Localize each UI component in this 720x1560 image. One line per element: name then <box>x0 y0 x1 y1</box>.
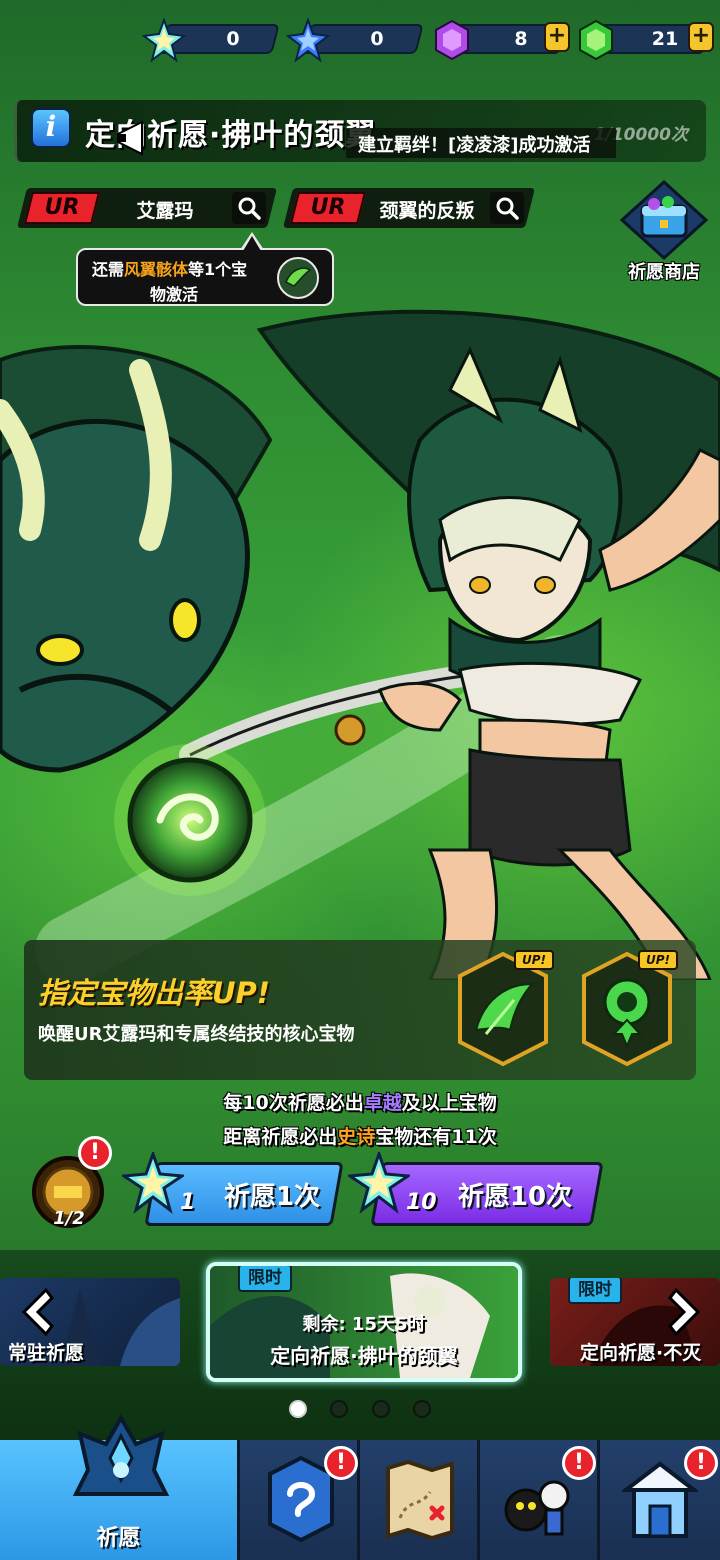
wish-cost: 10 <box>406 1190 437 1215</box>
ur-selector-hero[interactable]: UR 艾露玛 <box>17 188 277 228</box>
wish-10-button[interactable]: 10 祈愿10次 <box>348 1152 604 1226</box>
nav-tab-card[interactable]: ! <box>240 1440 360 1560</box>
wish-label: 祈愿10次 <box>457 1182 573 1212</box>
wish-cost: 1 <box>180 1190 196 1215</box>
currency-value: 0 <box>370 28 384 50</box>
shop-label: 祈愿商店 <box>628 262 700 283</box>
currency-bar: 0 0 8 + 21 + <box>140 18 714 64</box>
announcement-horn-icon <box>117 120 143 156</box>
nav-tab-characters[interactable]: ! <box>480 1440 600 1560</box>
up-badge: UP! <box>638 950 678 970</box>
alert-badge: ! <box>684 1446 718 1480</box>
nav-tab-map[interactable] <box>360 1440 480 1560</box>
nav-tab-home[interactable]: ! <box>600 1440 720 1560</box>
ur-tag: UR <box>24 192 100 224</box>
rateup-headline: 指定宝物出率UP! <box>38 976 271 1010</box>
rainbow-star-icon <box>348 1152 410 1214</box>
rateup-treasure-wing[interactable]: UP! <box>456 950 554 1068</box>
ur-name: 颈翼的反叛 <box>379 200 475 222</box>
search-icon[interactable] <box>232 192 266 224</box>
crystal-crown-icon <box>72 1414 170 1496</box>
wish-1-button[interactable]: 1 祈愿1次 <box>122 1152 344 1226</box>
limited-tag: 限时 <box>238 1266 292 1292</box>
alert-badge: ! <box>562 1446 596 1480</box>
blue-star-icon <box>286 18 330 62</box>
nav-tab-label: 祈愿 <box>96 1526 141 1551</box>
limited-tag: 限时 <box>568 1278 622 1304</box>
alert-badge: ! <box>324 1446 358 1480</box>
carousel-dot[interactable] <box>289 1400 308 1418</box>
marquee-text: 建立羁绊！[凌凌漆]成功激活 <box>358 135 591 156</box>
purple-gem-icon <box>435 19 469 61</box>
carousel-dot[interactable] <box>371 1400 390 1418</box>
card-name: 定向祈愿·不灭的 <box>580 1342 702 1364</box>
ur-tag: UR <box>290 192 366 224</box>
rateup-subline: 唤醒UR艾露玛和专属终结技的核心宝物 <box>38 1024 355 1045</box>
search-icon[interactable] <box>490 192 524 224</box>
card-name: 定向祈愿·拂叶的颈翼 <box>270 1344 458 1368</box>
banner-card-current[interactable]: 限时 剩余: 15天5时 定向祈愿·拂叶的颈翼 <box>206 1262 522 1382</box>
chevron-left-icon[interactable] <box>16 1286 56 1338</box>
hero-artwork <box>0 309 720 980</box>
nav-tab-wish[interactable]: 祈愿 <box>0 1414 240 1560</box>
carousel-dot[interactable] <box>412 1400 431 1418</box>
wish-label: 祈愿1次 <box>223 1182 321 1212</box>
currency-green-gem[interactable]: 21 + <box>572 18 714 61</box>
currency-purple-gem[interactable]: 8 + <box>428 18 570 61</box>
wish-shop-button[interactable]: 祈愿商店 <box>618 179 710 284</box>
ur-selector-treasure[interactable]: UR 颈翼的反叛 <box>283 188 535 228</box>
card-name: 常驻祈愿 <box>8 1342 85 1364</box>
info-button[interactable]: i <box>31 108 71 148</box>
currency-star-ticket-blue[interactable]: 0 <box>284 18 424 62</box>
add-green-gem-button[interactable]: + <box>688 22 714 52</box>
card-remaining: 剩余: 15天5时 <box>302 1314 426 1335</box>
currency-value: 0 <box>226 28 240 50</box>
treasure-chest-icon <box>619 179 709 261</box>
rainbow-star-icon <box>122 1152 184 1214</box>
carousel-dot[interactable] <box>330 1400 349 1418</box>
up-badge: UP! <box>514 950 554 970</box>
alert-badge: ! <box>78 1136 112 1170</box>
pity-line-1: 每10次祈愿必出卓越及以上宝物 <box>223 1092 497 1114</box>
pity-counter[interactable]: 1/2 ! <box>26 1136 112 1232</box>
pity-counter-value: 1/2 <box>53 1208 85 1229</box>
chevron-right-icon[interactable] <box>666 1286 706 1338</box>
rateup-treasure-orb[interactable]: UP! <box>580 950 678 1068</box>
currency-star-ticket-rainbow[interactable]: 0 <box>140 18 280 62</box>
ur-name: 艾露玛 <box>136 200 194 222</box>
bottom-nav: 祈愿 ! ! ! <box>0 1414 720 1560</box>
rainbow-star-icon <box>142 18 186 62</box>
tooltip-line-1: 还需风翼骸体等1个宝 <box>92 260 248 279</box>
green-gem-icon <box>579 19 613 61</box>
marquee-announcement: 建立羁绊！[凌凌漆]成功激活 <box>346 128 616 158</box>
map-icon <box>386 1459 454 1541</box>
rateup-panel: 指定宝物出率UP! 唤醒UR艾露玛和专属终结技的核心宝物 UP! UP! <box>24 940 696 1080</box>
add-purple-gem-button[interactable]: + <box>544 22 570 52</box>
